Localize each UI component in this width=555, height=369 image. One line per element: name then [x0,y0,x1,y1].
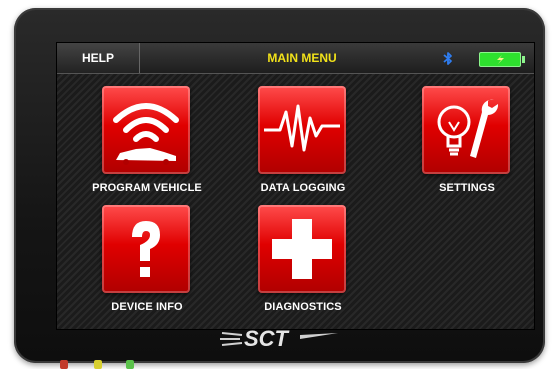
question-mark-icon [102,205,190,293]
red-led [60,360,68,369]
logo-text: SCT [244,326,290,351]
bluetooth-icon [443,52,452,65]
page-title: MAIN MENU [267,51,337,65]
data-logging-button[interactable]: DATA LOGGING [253,86,353,198]
device-info-button[interactable]: DEVICE INFO [97,205,197,317]
diagnostics-label: DIAGNOSTICS [264,301,342,313]
settings-button[interactable]: SETTINGS [417,86,517,198]
screen: HELP MAIN MENU PROGRAM VEHICLE DATA LOGG… [56,42,535,330]
program-vehicle-label: PROGRAM VEHICLE [92,182,202,194]
diagnostics-button[interactable]: DIAGNOSTICS [253,205,353,317]
bulb-wrench-icon [422,86,510,174]
program-vehicle-button[interactable]: PROGRAM VEHICLE [92,86,202,198]
help-button[interactable]: HELP [57,43,140,73]
cross-icon [258,205,346,293]
device-info-label: DEVICE INFO [111,301,183,313]
top-bar: HELP MAIN MENU [57,43,534,74]
green-led [126,360,134,369]
device-frame: HELP MAIN MENU PROGRAM VEHICLE DATA LOGG… [14,8,545,363]
settings-label: SETTINGS [439,182,495,194]
battery-charging-icon [479,52,525,67]
wireless-car-icon [102,86,190,174]
sct-logo: SCT [220,326,338,351]
status-leds [60,360,140,369]
waveform-icon [258,86,346,174]
yellow-led [94,360,102,369]
data-logging-label: DATA LOGGING [260,182,346,194]
